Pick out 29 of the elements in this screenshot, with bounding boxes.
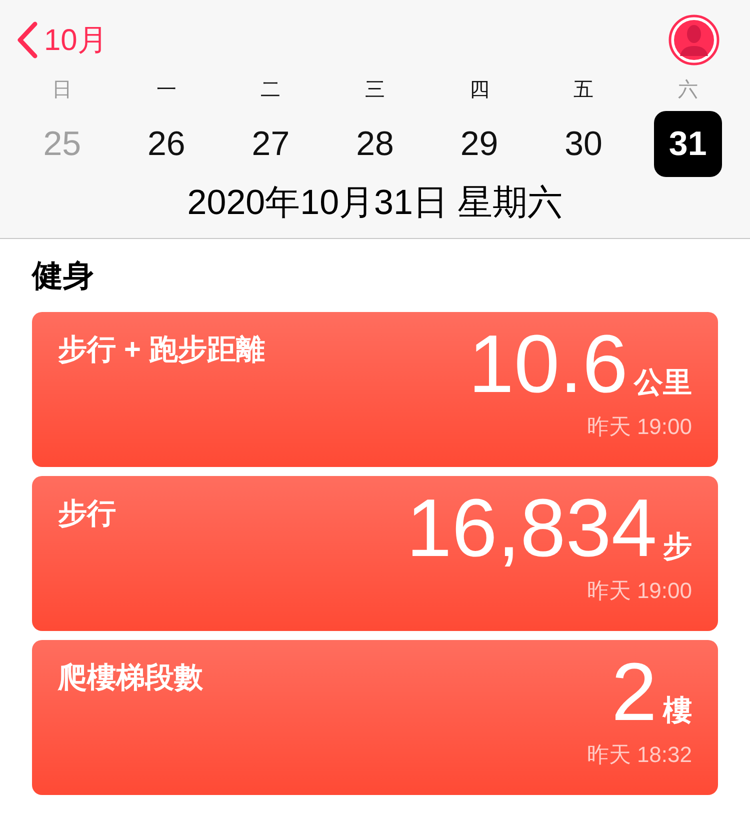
metric-title: 步行 + 跑步距離 (58, 333, 266, 368)
weekday-label: 三 (364, 78, 385, 103)
metric-time: 昨天 18:32 (586, 741, 692, 769)
date-button[interactable]: 29 (445, 111, 514, 177)
date-button[interactable]: 26 (132, 111, 200, 177)
date-button[interactable]: 31 (654, 111, 722, 177)
metric-unit: 樓 (663, 694, 692, 729)
weekday-label: 日 (52, 78, 72, 103)
date-button[interactable]: 30 (550, 111, 618, 177)
weekday-label: 六 (678, 78, 698, 103)
metric-title: 步行 (58, 497, 116, 532)
metric-title: 爬樓梯段數 (58, 661, 203, 696)
date-button[interactable]: 28 (340, 111, 409, 177)
weekday-label: 一 (156, 78, 176, 103)
weekday-label: 二 (260, 78, 281, 103)
metric-value: 16,834 (406, 488, 657, 570)
metric-time: 昨天 19:00 (586, 413, 692, 441)
chevron-left-icon (16, 21, 38, 59)
metric-unit: 公里 (634, 366, 692, 401)
metric-value: 2 (611, 652, 657, 734)
selected-date: 2020年10月31日 星期六 (186, 182, 564, 224)
weekday-label: 四 (469, 78, 490, 103)
metric-unit: 步 (663, 530, 692, 565)
date-button[interactable]: 27 (236, 111, 305, 177)
metric-value: 10.6 (468, 324, 628, 406)
section-title: 健身 (32, 257, 95, 295)
weekday-label: 五 (574, 78, 594, 103)
profile-icon[interactable] (668, 14, 720, 66)
metric-time: 昨天 19:00 (586, 577, 692, 605)
